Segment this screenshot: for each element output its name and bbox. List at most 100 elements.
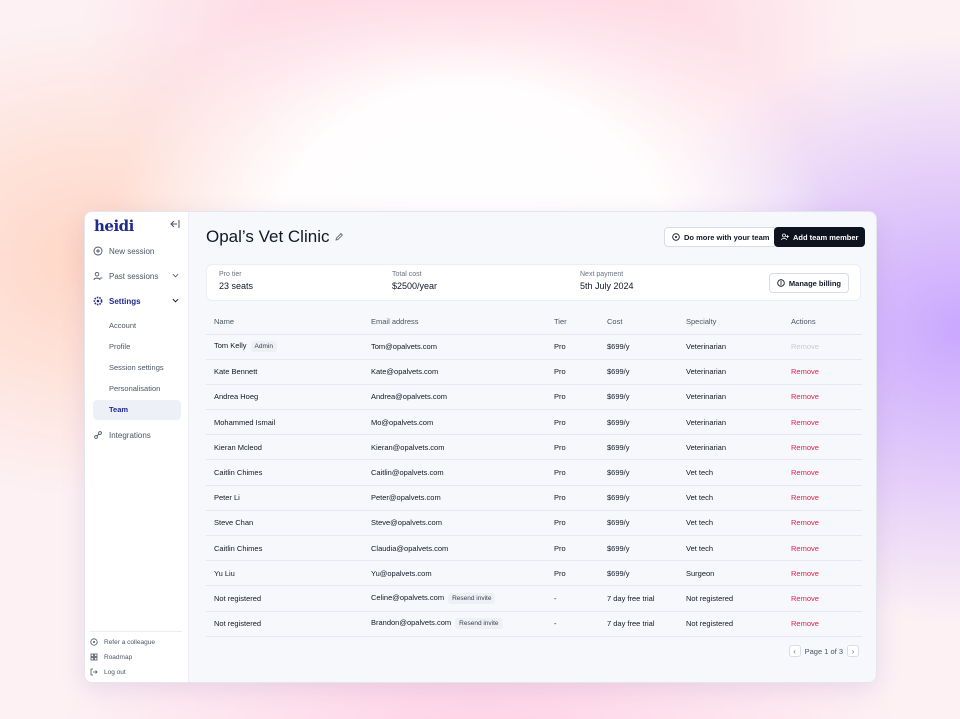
gear-icon — [93, 296, 103, 306]
resend-invite-button[interactable]: Resend invite — [455, 618, 503, 630]
table-row: Yu Liu Yu@opalvets.com Pro $699/y Surgeon Rem… — [206, 560, 862, 587]
page-indicator: Page 1 of 3 — [804, 646, 843, 656]
next-payment-summary: Next payment 5th July 2024 — [580, 271, 634, 291]
remove-member-button[interactable]: Remove — [791, 468, 819, 477]
dollar-circle-icon — [777, 279, 785, 287]
column-header-actions: Actions — [783, 310, 862, 335]
grid-icon — [90, 653, 98, 661]
member-specialty: Vet tech — [686, 493, 714, 503]
remove-member-button[interactable]: Remove — [791, 493, 819, 502]
next-payment-label: Next payment — [580, 271, 624, 278]
sidebar-item-session-settings[interactable]: Session settings — [93, 358, 181, 378]
nav-settings[interactable]: Settings — [93, 292, 181, 310]
member-specialty: Veterinarian — [686, 392, 727, 402]
remove-member-button[interactable]: Remove — [791, 392, 819, 401]
next-payment-value: 5th July 2024 — [580, 281, 634, 291]
collapse-sidebar-icon[interactable] — [169, 218, 181, 230]
member-cost: 7 day free trial — [607, 619, 655, 629]
sidebar-item-profile[interactable]: Profile — [93, 337, 181, 357]
member-specialty: Vet tech — [686, 543, 714, 553]
help-circle-icon — [672, 233, 680, 241]
member-cost: $699/y — [607, 417, 630, 427]
member-specialty: Vet tech — [686, 518, 714, 528]
member-email: Andrea@opalvets.com — [371, 392, 447, 402]
total-cost-label: Total cost — [392, 271, 422, 278]
member-name: Tom Kelly — [214, 341, 247, 351]
remove-member-button[interactable]: Remove — [791, 443, 819, 452]
column-header-name[interactable]: Name — [206, 310, 363, 335]
member-email: Kieran@opalvets.com — [371, 442, 445, 452]
plus-circle-icon — [93, 246, 103, 256]
member-tier: Pro — [554, 543, 566, 553]
member-specialty: Veterinarian — [686, 442, 727, 452]
nav-refer-colleague[interactable]: Refer a colleague — [90, 638, 155, 646]
member-name: Andrea Hoeg — [214, 392, 259, 402]
refer-colleague-label: Refer a colleague — [104, 638, 155, 646]
member-email: Yu@opalvets.com — [371, 568, 432, 578]
nav-new-session[interactable]: New session — [93, 242, 181, 260]
remove-member-button: Remove — [791, 342, 819, 352]
member-tier: Pro — [554, 493, 566, 503]
manage-billing-button[interactable]: Manage billing — [768, 273, 849, 293]
member-name: Caitlin Chimes — [214, 468, 263, 478]
nav-roadmap[interactable]: Roadmap — [90, 653, 132, 661]
nav-log-out[interactable]: Log out — [90, 668, 126, 676]
column-header-email[interactable]: Email address — [363, 310, 546, 335]
member-email: Kate@opalvets.com — [371, 367, 439, 377]
member-cost: $699/y — [607, 468, 630, 478]
heidi-logo[interactable]: heidi — [94, 217, 134, 235]
remove-member-button[interactable]: Remove — [791, 594, 819, 603]
nav-integrations[interactable]: Integrations — [93, 426, 181, 444]
nav-settings-label: Settings — [109, 296, 141, 306]
cost-summary: Total cost $2500/year — [392, 271, 437, 291]
sidebar: heidi New session Past sessions Settings… — [85, 212, 189, 682]
plan-summary-card: Pro tier 23 seats Total cost $2500/year … — [206, 264, 861, 301]
nav-past-sessions-label: Past sessions — [109, 271, 159, 281]
sidebar-item-personalisation[interactable]: Personalisation — [93, 379, 181, 399]
table-row: Mohammed Ismail Mo@opalvets.com Pro $699/y V… — [206, 409, 862, 436]
member-cost: $699/y — [607, 442, 630, 452]
remove-member-button[interactable]: Remove — [791, 518, 819, 527]
do-more-with-team-button[interactable]: Do more with your team — [664, 227, 778, 247]
table-row: Andrea Hoeg Andrea@opalvets.com Pro $699/y V… — [206, 384, 862, 411]
member-email: Caitlin@opalvets.com — [371, 468, 444, 478]
previous-page-button[interactable]: ‹ — [788, 645, 801, 657]
member-cost: 7 day free trial — [607, 593, 655, 603]
team-table: Name Email address Tier Cost Specialty A… — [206, 310, 862, 637]
table-row: Not registered Brandon@opalvets.com Resend… — [206, 611, 862, 637]
remove-member-button[interactable]: Remove — [791, 367, 819, 376]
tier-summary: Pro tier 23 seats — [219, 271, 253, 291]
tier-value: 23 seats — [219, 281, 254, 291]
member-specialty: Not registered — [686, 619, 734, 629]
column-header-specialty[interactable]: Specialty — [678, 310, 783, 335]
log-out-label: Log out — [104, 668, 126, 676]
nav-past-sessions[interactable]: Past sessions — [93, 267, 181, 285]
gift-icon — [90, 638, 98, 646]
member-cost: $699/y — [607, 543, 630, 553]
table-row: Not registered Celine@opalvets.com Resend … — [206, 585, 862, 612]
page-title-text: Opal’s Vet Clinic — [206, 227, 330, 246]
resend-invite-button[interactable]: Resend invite — [448, 592, 496, 604]
member-cost: $699/y — [607, 493, 630, 503]
remove-member-button[interactable]: Remove — [791, 569, 819, 578]
column-header-cost[interactable]: Cost — [599, 310, 678, 335]
member-name: Kate Bennett — [214, 367, 258, 377]
member-cost: $699/y — [607, 367, 630, 377]
member-email: Peter@opalvets.com — [371, 493, 441, 503]
sidebar-item-account[interactable]: Account — [93, 316, 181, 336]
next-page-button[interactable]: › — [847, 645, 859, 657]
do-more-label: Do more with your team — [684, 232, 770, 242]
remove-member-button[interactable]: Remove — [791, 418, 819, 427]
member-cost: $699/y — [607, 392, 630, 402]
remove-member-button[interactable]: Remove — [791, 619, 819, 628]
sidebar-item-team[interactable]: Team — [93, 400, 181, 420]
edit-pencil-icon[interactable] — [334, 232, 344, 242]
add-team-member-label: Add team member — [793, 232, 859, 242]
member-tier: Pro — [554, 518, 566, 528]
member-specialty: Surgeon — [686, 568, 715, 578]
member-specialty: Veterinarian — [686, 417, 727, 427]
member-tier: Pro — [554, 568, 566, 578]
column-header-tier[interactable]: Tier — [546, 310, 599, 335]
remove-member-button[interactable]: Remove — [791, 544, 819, 553]
add-team-member-button[interactable]: Add team member — [774, 227, 866, 247]
